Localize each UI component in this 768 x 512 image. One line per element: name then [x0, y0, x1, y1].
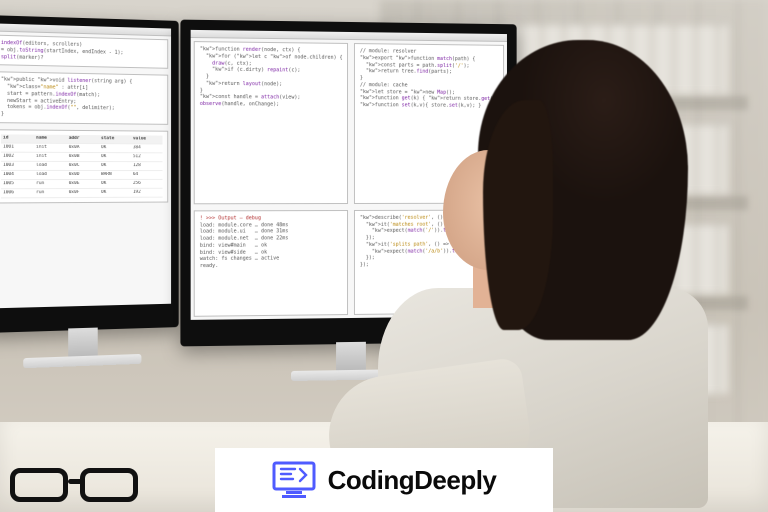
- window-titlebar: [0, 23, 171, 36]
- data-grid-pane: idnameaddrstatevalue1001init0x0AOK384100…: [0, 129, 168, 204]
- photo-scene: indexOf(editors, scrollers)= obj.toStrin…: [0, 0, 768, 512]
- person-developer: [368, 40, 728, 470]
- person-hair-front: [483, 100, 553, 330]
- eyeglasses-lens: [80, 468, 138, 502]
- monitor-code-icon: [272, 461, 316, 499]
- monitor-left: indexOf(editors, scrollers)= obj.toStrin…: [0, 15, 179, 333]
- eyeglasses-lens: [10, 468, 68, 502]
- eyeglasses: [8, 464, 158, 506]
- brand-name: CodingDeeply: [328, 465, 497, 496]
- monitor-neck: [336, 342, 366, 370]
- monitor-left-screen: indexOf(editors, scrollers)= obj.toStrin…: [0, 23, 171, 308]
- code-pane: indexOf(editors, scrollers)= obj.toStrin…: [0, 35, 168, 69]
- output-log-pane: ! >>> Output — debugload: module.core … …: [194, 210, 348, 317]
- code-pane: "kw">function render(node, ctx) { "kw">f…: [194, 41, 348, 204]
- code-pane: "kw">public "kw">void listener(string ar…: [0, 72, 168, 125]
- brand-watermark: CodingDeeply: [215, 448, 553, 512]
- monitor-neck: [68, 328, 98, 357]
- monitor-stand: [23, 354, 141, 368]
